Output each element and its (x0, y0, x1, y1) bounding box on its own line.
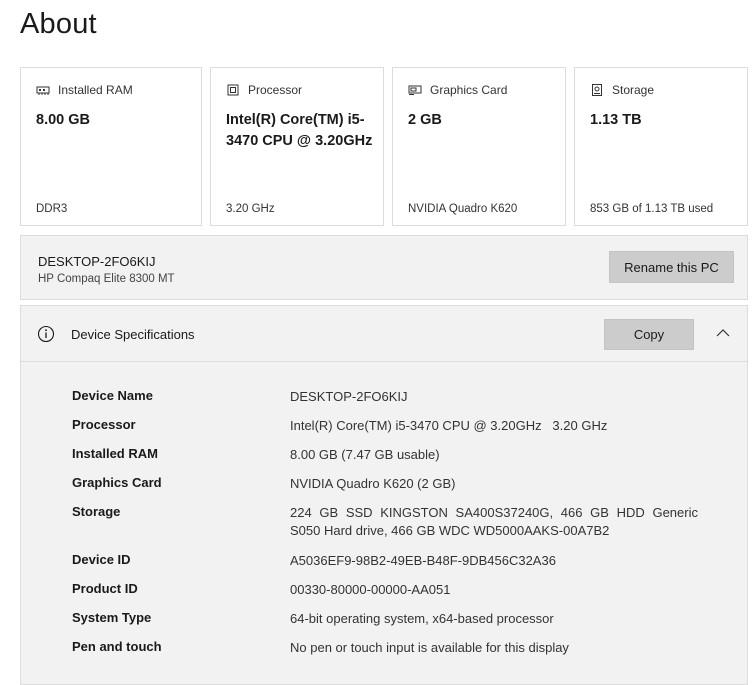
spec-value: 64-bit operating system, x64-based proce… (290, 611, 554, 626)
spec-value: No pen or touch input is available for t… (290, 640, 569, 655)
spec-value: 8.00 GB (7.47 GB usable) (290, 447, 440, 462)
spec-label: Graphics Card (72, 475, 162, 490)
pc-name-bar: DESKTOP-2FO6KIJ HP Compaq Elite 8300 MT … (20, 235, 748, 300)
card-label: Graphics Card (430, 83, 508, 97)
spec-label: Device Name (72, 388, 153, 403)
graphics-card-icon (408, 84, 422, 96)
card-value: 1.13 TB (590, 112, 642, 128)
device-specifications-title: Device Specifications (71, 327, 195, 342)
card-graphics-card: Graphics Card 2 GB NVIDIA Quadro K620 (392, 67, 566, 226)
card-value: 8.00 GB (36, 112, 90, 128)
spec-label: Pen and touch (72, 639, 162, 654)
card-sub: 3.20 GHz (226, 203, 275, 215)
card-value: Intel(R) Core(TM) i5-3470 CPU @ 3.20GHz (226, 112, 373, 149)
info-icon (37, 325, 55, 343)
rename-pc-button[interactable]: Rename this PC (609, 251, 734, 283)
spec-value: Intel(R) Core(TM) i5-3470 CPU @ 3.20GHz … (290, 418, 608, 433)
ram-icon (36, 84, 50, 96)
spec-label: Installed RAM (72, 446, 158, 461)
spec-value: 224 GB SSD KINGSTON SA400S37240G, 466 GB… (290, 505, 698, 538)
card-sub: NVIDIA Quadro K620 (408, 203, 518, 215)
device-specifications-header[interactable]: Device Specifications Copy (21, 306, 747, 362)
copy-button[interactable]: Copy (604, 319, 694, 350)
card-storage: Storage 1.13 TB 853 GB of 1.13 TB used (574, 67, 748, 226)
card-label: Storage (612, 83, 655, 97)
spec-value: DESKTOP-2FO6KIJ (290, 389, 408, 404)
spec-label: Storage (72, 504, 121, 519)
storage-icon (590, 84, 604, 96)
spec-value: NVIDIA Quadro K620 (2 GB) (290, 476, 456, 491)
card-processor: Processor Intel(R) Core(TM) i5-3470 CPU … (210, 67, 384, 226)
device-specifications-panel: Device Specifications Copy Device Name D… (20, 305, 748, 685)
spec-label: System Type (72, 610, 152, 625)
card-value: 2 GB (408, 112, 442, 128)
processor-icon (226, 84, 240, 96)
spec-label: Product ID (72, 581, 138, 596)
spec-label: Processor (72, 417, 136, 432)
chevron-up-icon[interactable] (715, 326, 731, 338)
spec-label: Device ID (72, 552, 131, 567)
card-label: Installed RAM (58, 83, 133, 97)
card-sub: DDR3 (36, 203, 68, 215)
page-title: About (20, 8, 97, 40)
spec-value: 00330-80000-00000-AA051 (290, 582, 451, 597)
pc-name: DESKTOP-2FO6KIJ (38, 254, 156, 269)
card-label: Processor (248, 83, 303, 97)
spec-value: A5036EF9-98B2-49EB-B48F-9DB456C32A36 (290, 553, 556, 568)
hardware-summary-cards: Installed RAM 8.00 GB DDR3 Processor Int… (20, 67, 748, 228)
pc-model: HP Compaq Elite 8300 MT (38, 273, 175, 285)
card-sub: 853 GB of 1.13 TB used (590, 203, 714, 215)
card-installed-ram: Installed RAM 8.00 GB DDR3 (20, 67, 202, 226)
